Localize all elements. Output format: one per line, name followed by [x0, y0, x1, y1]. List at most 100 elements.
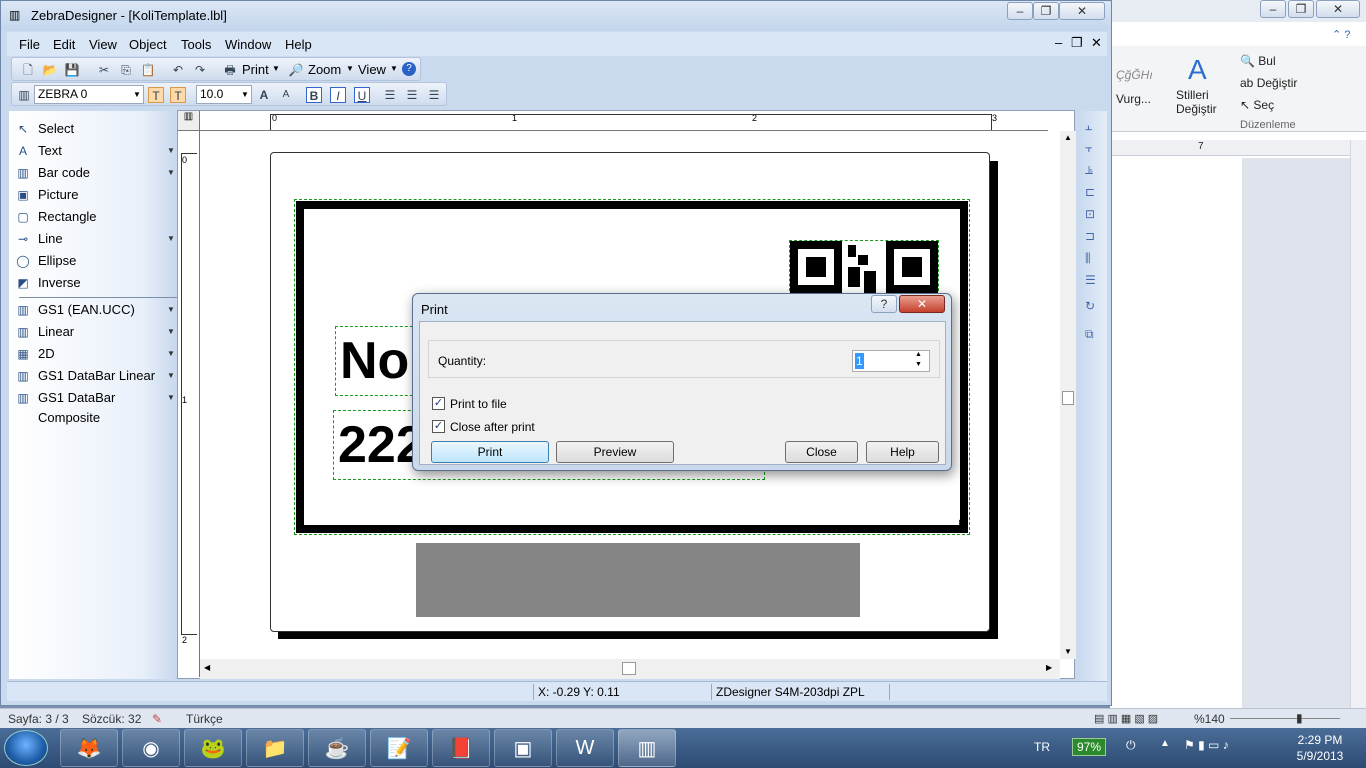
zoom-slider-thumb[interactable]: ▮: [1296, 711, 1303, 725]
font-select[interactable]: ZEBRA 0 ▼: [34, 85, 144, 104]
word-language[interactable]: Türkçe: [186, 712, 223, 726]
tool-select[interactable]: ↖ Select: [13, 119, 177, 139]
scroll-left-icon[interactable]: ◀: [204, 663, 210, 672]
shrink-font-icon[interactable]: A: [278, 87, 294, 103]
notepad-icon[interactable]: 📝: [370, 729, 428, 767]
tray-icons[interactable]: ⚑ ▮ ▭ ♪: [1184, 738, 1229, 752]
scroll-up-icon[interactable]: ▲: [1064, 133, 1072, 142]
spin-down-icon[interactable]: ▼: [915, 361, 922, 368]
tool-picture[interactable]: ▣ Picture: [13, 185, 177, 205]
chevron-down-icon[interactable]: ▼: [167, 388, 175, 408]
undo-icon[interactable]: ↶: [170, 62, 186, 78]
dialog-close-button[interactable]: ✕: [899, 295, 945, 313]
word-vertical-scrollbar[interactable]: [1350, 140, 1366, 708]
scroll-down-icon[interactable]: ▼: [1064, 647, 1072, 656]
power-icon[interactable]: ⏻: [1126, 738, 1136, 753]
print-dropdown-icon[interactable]: ▼: [272, 64, 280, 73]
print-to-file-checkbox[interactable]: ✓: [432, 397, 445, 410]
qr-code[interactable]: [789, 240, 939, 296]
dialog-help-button[interactable]: ?: [871, 295, 897, 313]
align-top-icon[interactable]: ⫠: [1085, 119, 1092, 134]
mdi-minimize-button[interactable]: –: [1055, 35, 1062, 50]
align-left-icon[interactable]: ☰: [382, 87, 398, 103]
font-dropdown-icon[interactable]: ▼: [133, 86, 141, 103]
battery-indicator[interactable]: 97%: [1072, 738, 1107, 756]
chevron-down-icon[interactable]: ▼: [167, 141, 175, 161]
paste-icon[interactable]: 📋: [140, 62, 156, 78]
chevron-down-icon[interactable]: ▼: [167, 300, 175, 320]
close-button[interactable]: ✕: [1059, 2, 1105, 20]
word-zoom-level[interactable]: %140: [1194, 712, 1225, 726]
word-word-count[interactable]: Sözcük: 32: [82, 712, 141, 726]
tool-gs1-databar-composite[interactable]: ▥ GS1 DataBar Composite ▼: [13, 388, 177, 425]
menu-window[interactable]: Window: [225, 37, 271, 52]
print-button[interactable]: Print: [431, 441, 549, 463]
clock[interactable]: 2:29 PM 5/9/2013: [1280, 732, 1360, 764]
mdi-restore-button[interactable]: ❐: [1071, 35, 1083, 51]
horizontal-scroll-thumb[interactable]: [622, 662, 636, 675]
frog-app-icon[interactable]: 🐸: [184, 729, 242, 767]
help-button[interactable]: Help: [866, 441, 939, 463]
mdi-close-button[interactable]: ✕: [1091, 35, 1102, 51]
preview-button[interactable]: Preview: [556, 441, 674, 463]
change-styles-icon[interactable]: A: [1188, 54, 1207, 86]
gray-rectangle[interactable]: [416, 543, 860, 617]
printer-font-toggle-icon[interactable]: T: [148, 87, 164, 103]
chevron-down-icon[interactable]: ▼: [167, 163, 175, 183]
font-size-select[interactable]: 10.0 ▼: [196, 85, 252, 104]
align-center-icon[interactable]: ☰: [404, 87, 420, 103]
language-indicator[interactable]: TR: [1034, 740, 1050, 754]
start-button[interactable]: [4, 730, 48, 766]
copy-icon[interactable]: ⎘: [118, 62, 134, 78]
tool-rectangle[interactable]: ▢ Rectangle: [13, 207, 177, 227]
view-mode-icons[interactable]: ▤ ▥ ▦ ▧ ▨: [1094, 712, 1158, 725]
italic-icon[interactable]: I: [330, 87, 346, 103]
cut-icon[interactable]: ✂: [96, 62, 112, 78]
windows-font-toggle-icon[interactable]: T: [170, 87, 186, 103]
align-left-icon[interactable]: ⊏: [1085, 185, 1095, 199]
chevron-down-icon[interactable]: ▼: [167, 322, 175, 342]
align-right-icon[interactable]: ☰: [426, 87, 442, 103]
quantity-value[interactable]: 1: [855, 353, 864, 369]
zoom-button[interactable]: Zoom: [308, 62, 341, 77]
word-page-count[interactable]: Sayfa: 3 / 3: [8, 712, 69, 726]
tool-ellipse[interactable]: ◯ Ellipse: [13, 251, 177, 271]
chevron-down-icon[interactable]: ▼: [167, 366, 175, 386]
menu-tools[interactable]: Tools: [181, 37, 211, 52]
spin-up-icon[interactable]: ▲: [915, 351, 922, 358]
tool-text[interactable]: A Text ▼: [13, 141, 177, 161]
tool-gs1-ean-ucc[interactable]: ▥ GS1 (EAN.UCC) ▼: [13, 300, 177, 320]
coffee-icon[interactable]: ☕: [308, 729, 366, 767]
firefox-icon[interactable]: 🦊: [60, 729, 118, 767]
tool-inverse[interactable]: ◩ Inverse: [13, 273, 177, 293]
word-help-icon[interactable]: ⌃ ?: [1332, 28, 1350, 41]
show-hidden-icons[interactable]: ▲: [1160, 738, 1170, 749]
folder-icon[interactable]: 📁: [246, 729, 304, 767]
zoom-icon[interactable]: 🔎: [288, 62, 304, 78]
menu-help[interactable]: Help: [285, 37, 312, 52]
underline-icon[interactable]: U: [354, 87, 370, 103]
horizontal-scrollbar[interactable]: ◀ ▶: [200, 659, 1060, 679]
view-dropdown-icon[interactable]: ▼: [390, 64, 398, 73]
chrome-icon[interactable]: ◉: [122, 729, 180, 767]
font-size-dropdown-icon[interactable]: ▼: [241, 86, 249, 103]
printer-icon[interactable]: 🖶: [222, 62, 238, 78]
distribute-vertical-icon[interactable]: ☰: [1085, 273, 1096, 287]
vertical-scroll-thumb[interactable]: [1062, 391, 1074, 405]
grow-font-icon[interactable]: A: [256, 87, 272, 103]
tool-line[interactable]: ⊸ Line ▼: [13, 229, 177, 249]
distribute-horizontal-icon[interactable]: ⫼: [1085, 251, 1091, 266]
bold-icon[interactable]: B: [306, 87, 322, 103]
word-close-button[interactable]: ✕: [1316, 0, 1360, 18]
align-bottom-icon[interactable]: ⫡: [1085, 163, 1093, 178]
select-button[interactable]: ↖ Seç: [1240, 98, 1274, 112]
replace-button[interactable]: ab Değiştir: [1240, 76, 1297, 90]
print-to-file-label[interactable]: Print to file: [450, 397, 507, 411]
open-icon[interactable]: 📂: [42, 62, 58, 78]
zoom-slider[interactable]: [1230, 718, 1340, 719]
acrobat-icon[interactable]: 📕: [432, 729, 490, 767]
menu-file[interactable]: File: [19, 37, 40, 52]
zebradesigner-icon[interactable]: ▥: [618, 729, 676, 767]
close-button[interactable]: Close: [785, 441, 858, 463]
ruler-corner-icon[interactable]: ▥: [178, 111, 200, 131]
